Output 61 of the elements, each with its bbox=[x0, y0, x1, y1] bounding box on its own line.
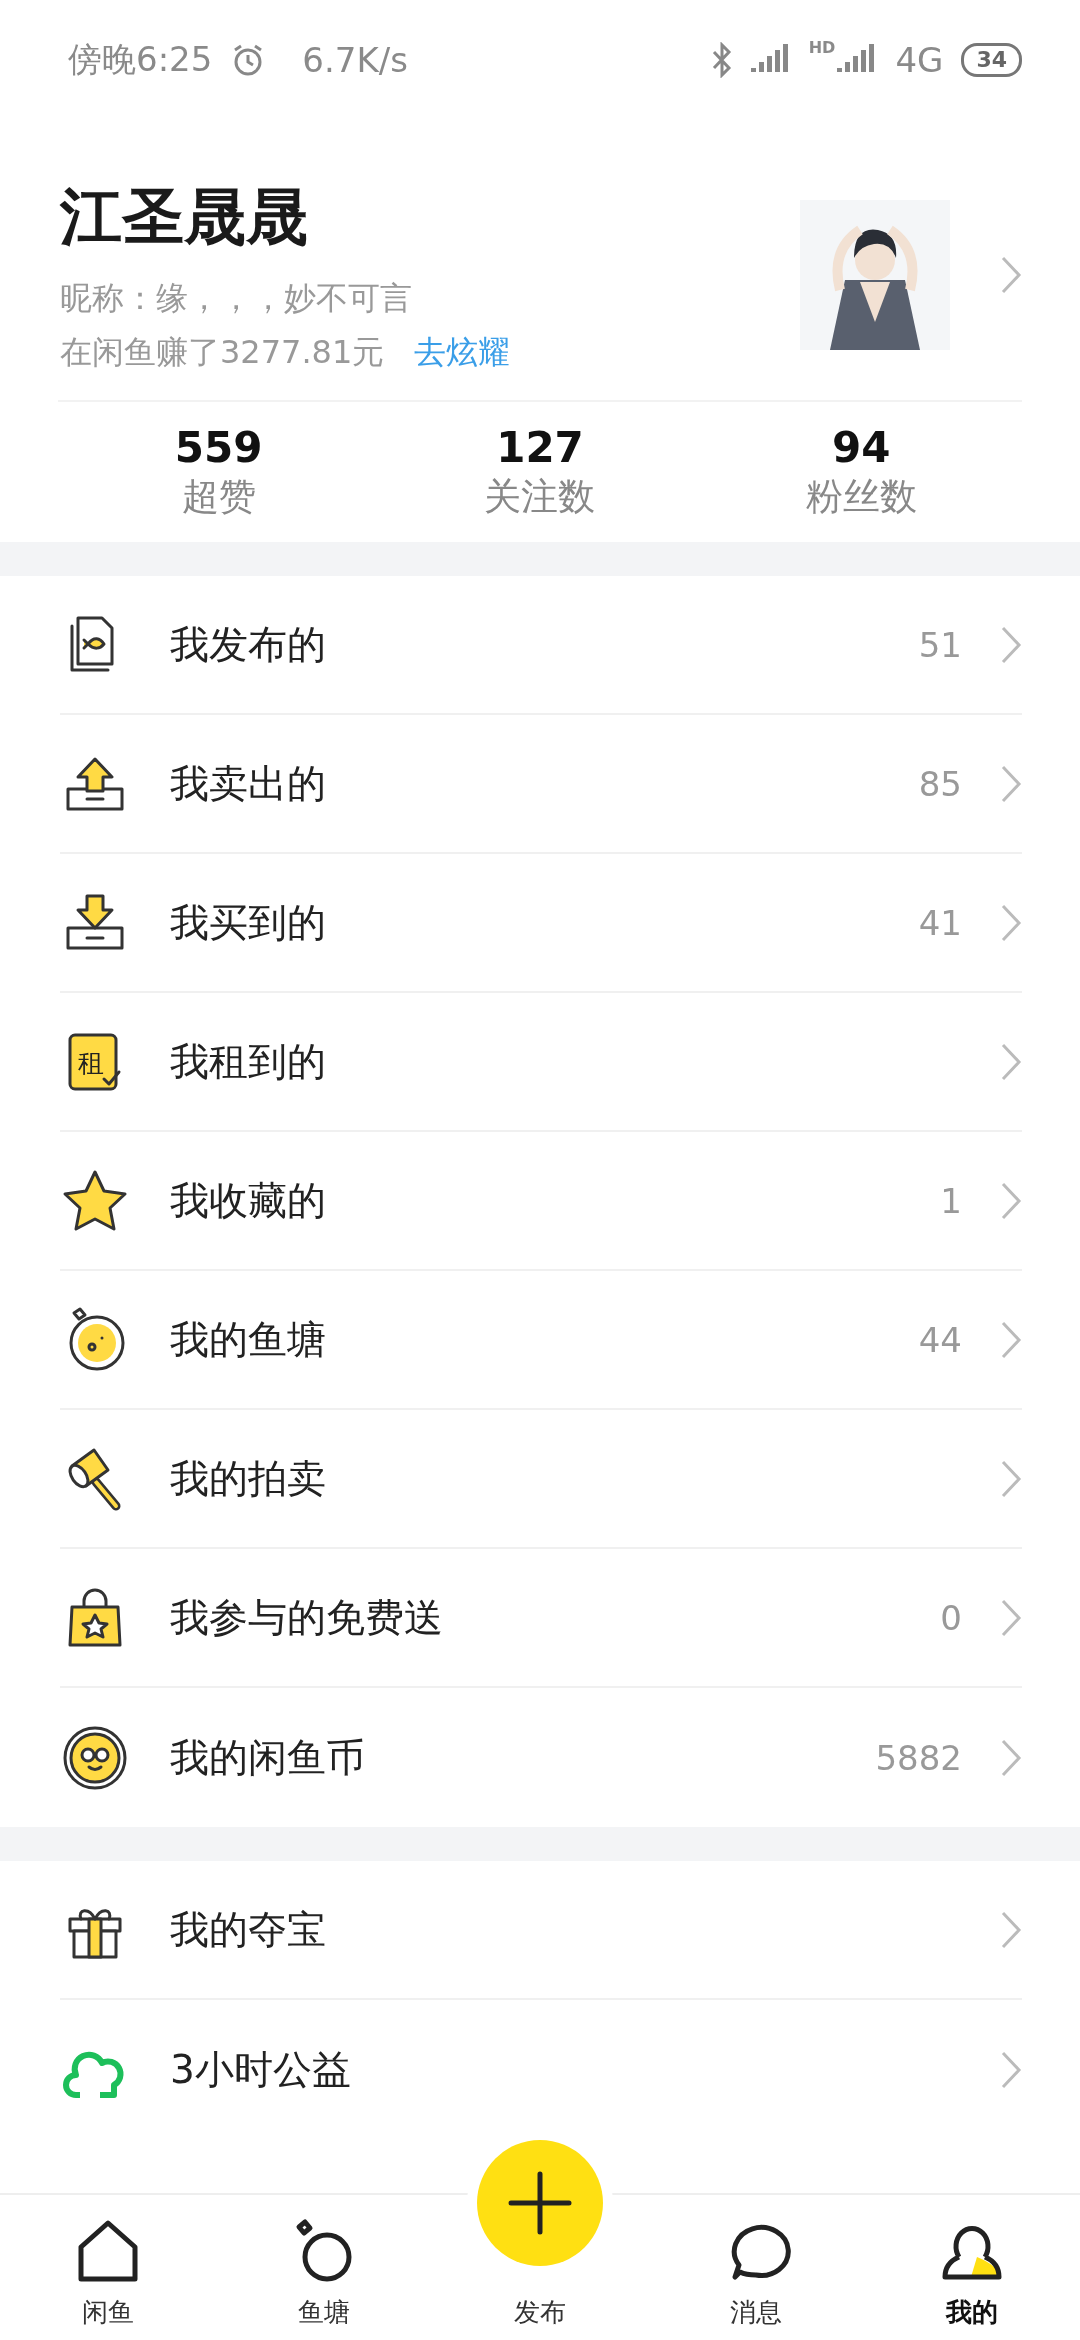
battery-indicator: 34 bbox=[961, 43, 1022, 77]
menu-item[interactable]: 我参与的免费送 0 bbox=[60, 1549, 1022, 1688]
chevron-right-icon bbox=[1000, 902, 1022, 943]
chevron-right-icon bbox=[1000, 1041, 1022, 1082]
menu-label: 我卖出的 bbox=[170, 759, 327, 808]
bluetooth-icon bbox=[710, 42, 733, 78]
stat-value: 94 bbox=[832, 422, 891, 472]
tab[interactable]: 鱼塘 bbox=[216, 2195, 432, 2340]
menu-label: 3小时公益 bbox=[170, 2045, 352, 2094]
menu-item[interactable]: 我的拍卖 bbox=[60, 1410, 1022, 1549]
stat-label: 超赞 bbox=[181, 473, 256, 520]
menu-item[interactable]: 我发布的 51 bbox=[60, 576, 1022, 715]
stat-value: 559 bbox=[174, 422, 263, 472]
menu-label: 我的鱼塘 bbox=[170, 1315, 327, 1364]
plus-icon bbox=[507, 2170, 573, 2236]
chevron-right-icon bbox=[1000, 1458, 1022, 1499]
chevron-right-icon bbox=[1000, 2049, 1022, 2090]
menu-count: 0 bbox=[940, 1597, 962, 1638]
menu-item[interactable]: 我的闲鱼币 5882 bbox=[60, 1688, 1022, 1827]
menu-label: 我的夺宝 bbox=[170, 1905, 327, 1954]
menu-label: 我的拍卖 bbox=[170, 1454, 327, 1503]
menu-label: 我参与的免费送 bbox=[170, 1593, 444, 1642]
menu-item[interactable]: 3小时公益 bbox=[60, 2000, 1022, 2139]
menu-item[interactable]: 我买到的 41 bbox=[60, 854, 1022, 993]
chevron-right-icon bbox=[1000, 1180, 1022, 1221]
menu-item[interactable]: 我卖出的 85 bbox=[60, 715, 1022, 854]
menu-label: 我的闲鱼币 bbox=[170, 1733, 366, 1782]
chevron-right-icon bbox=[1000, 1737, 1022, 1778]
chevron-right-icon bbox=[1000, 624, 1022, 665]
menu-count: 85 bbox=[918, 763, 962, 804]
menu-item[interactable]: 我的鱼塘 44 bbox=[60, 1271, 1022, 1410]
earnings-text: 在闲鱼赚了3277.81元 bbox=[60, 332, 385, 373]
chevron-right-icon bbox=[1000, 1319, 1022, 1360]
menu-count: 1 bbox=[940, 1180, 962, 1221]
menu-item[interactable]: 租 我租到的 bbox=[60, 993, 1022, 1132]
network-label: HD bbox=[808, 38, 836, 57]
nickname: 昵称：缘，，，妙不可言 bbox=[60, 278, 412, 319]
tab[interactable]: 闲鱼 bbox=[0, 2195, 216, 2340]
menu-count: 44 bbox=[918, 1319, 962, 1360]
menu-label: 我收藏的 bbox=[170, 1176, 327, 1225]
menu-label: 我发布的 bbox=[170, 620, 327, 669]
menu-item[interactable]: 我的夺宝 bbox=[60, 1861, 1022, 2000]
menu-count: 5882 bbox=[875, 1737, 962, 1778]
menu-label: 我租到的 bbox=[170, 1037, 327, 1086]
stat-label: 关注数 bbox=[484, 473, 596, 520]
chevron-right-icon bbox=[1000, 1909, 1022, 1950]
tab[interactable]: 消息 bbox=[648, 2195, 864, 2340]
publish-label[interactable]: 发布 bbox=[514, 2295, 566, 2330]
network-type: 4G bbox=[895, 40, 944, 80]
menu-item[interactable]: 我收藏的 1 bbox=[60, 1132, 1022, 1271]
tab[interactable]: 我的 bbox=[864, 2195, 1080, 2340]
stat-value: 127 bbox=[496, 422, 584, 472]
chevron-right-icon bbox=[1000, 763, 1022, 804]
status-time: 傍晚6:25 bbox=[68, 38, 213, 81]
network-speed: 6.7K/s bbox=[302, 40, 408, 80]
menu-count: 51 bbox=[918, 624, 962, 665]
menu-count: 41 bbox=[918, 902, 962, 943]
menu-label: 我买到的 bbox=[170, 898, 327, 947]
chevron-right-icon bbox=[1000, 1597, 1022, 1638]
stat-label: 粉丝数 bbox=[805, 473, 917, 520]
user-name: 江圣晟晟 bbox=[60, 179, 309, 255]
